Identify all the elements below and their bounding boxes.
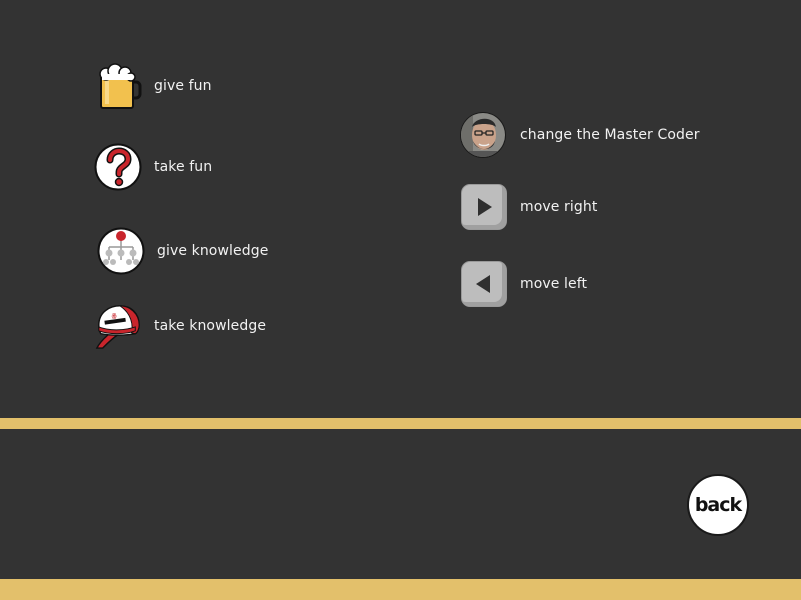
back-button[interactable]: back — [687, 474, 749, 536]
control-move-left[interactable]: move left — [461, 261, 587, 307]
bottom-stripe — [0, 579, 801, 600]
control-move-right[interactable]: move right — [461, 184, 597, 230]
back-label: back — [694, 494, 742, 516]
top-divider-stripe — [0, 418, 801, 429]
question-mark-icon — [94, 143, 142, 191]
move-left-label: move left — [520, 276, 588, 292]
coder-avatar-icon — [460, 112, 506, 158]
give-fun-label: give fun — [154, 78, 212, 94]
control-change-master-coder[interactable]: change the Master Coder — [459, 111, 700, 159]
take-fun-label: take fun — [154, 159, 213, 175]
give-knowledge-label: give knowledge — [157, 243, 269, 259]
move-right-label: move right — [520, 199, 598, 215]
org-chart-icon — [97, 227, 145, 275]
take-knowledge-label: take knowledge — [154, 318, 267, 334]
control-take-fun[interactable]: take fun — [94, 143, 212, 191]
beer-mug-icon — [99, 63, 142, 109]
arrow-right-icon — [461, 184, 507, 230]
control-give-knowledge[interactable]: give knowledge — [97, 227, 268, 275]
arrow-left-icon — [461, 261, 507, 307]
cap-icon: ꙮ — [95, 305, 140, 349]
change-master-coder-label: change the Master Coder — [520, 127, 700, 143]
svg-text:ꙮ: ꙮ — [112, 313, 117, 319]
control-give-fun[interactable]: give fun — [94, 62, 212, 110]
control-take-knowledge[interactable]: ꙮ take knowledge — [94, 302, 266, 350]
